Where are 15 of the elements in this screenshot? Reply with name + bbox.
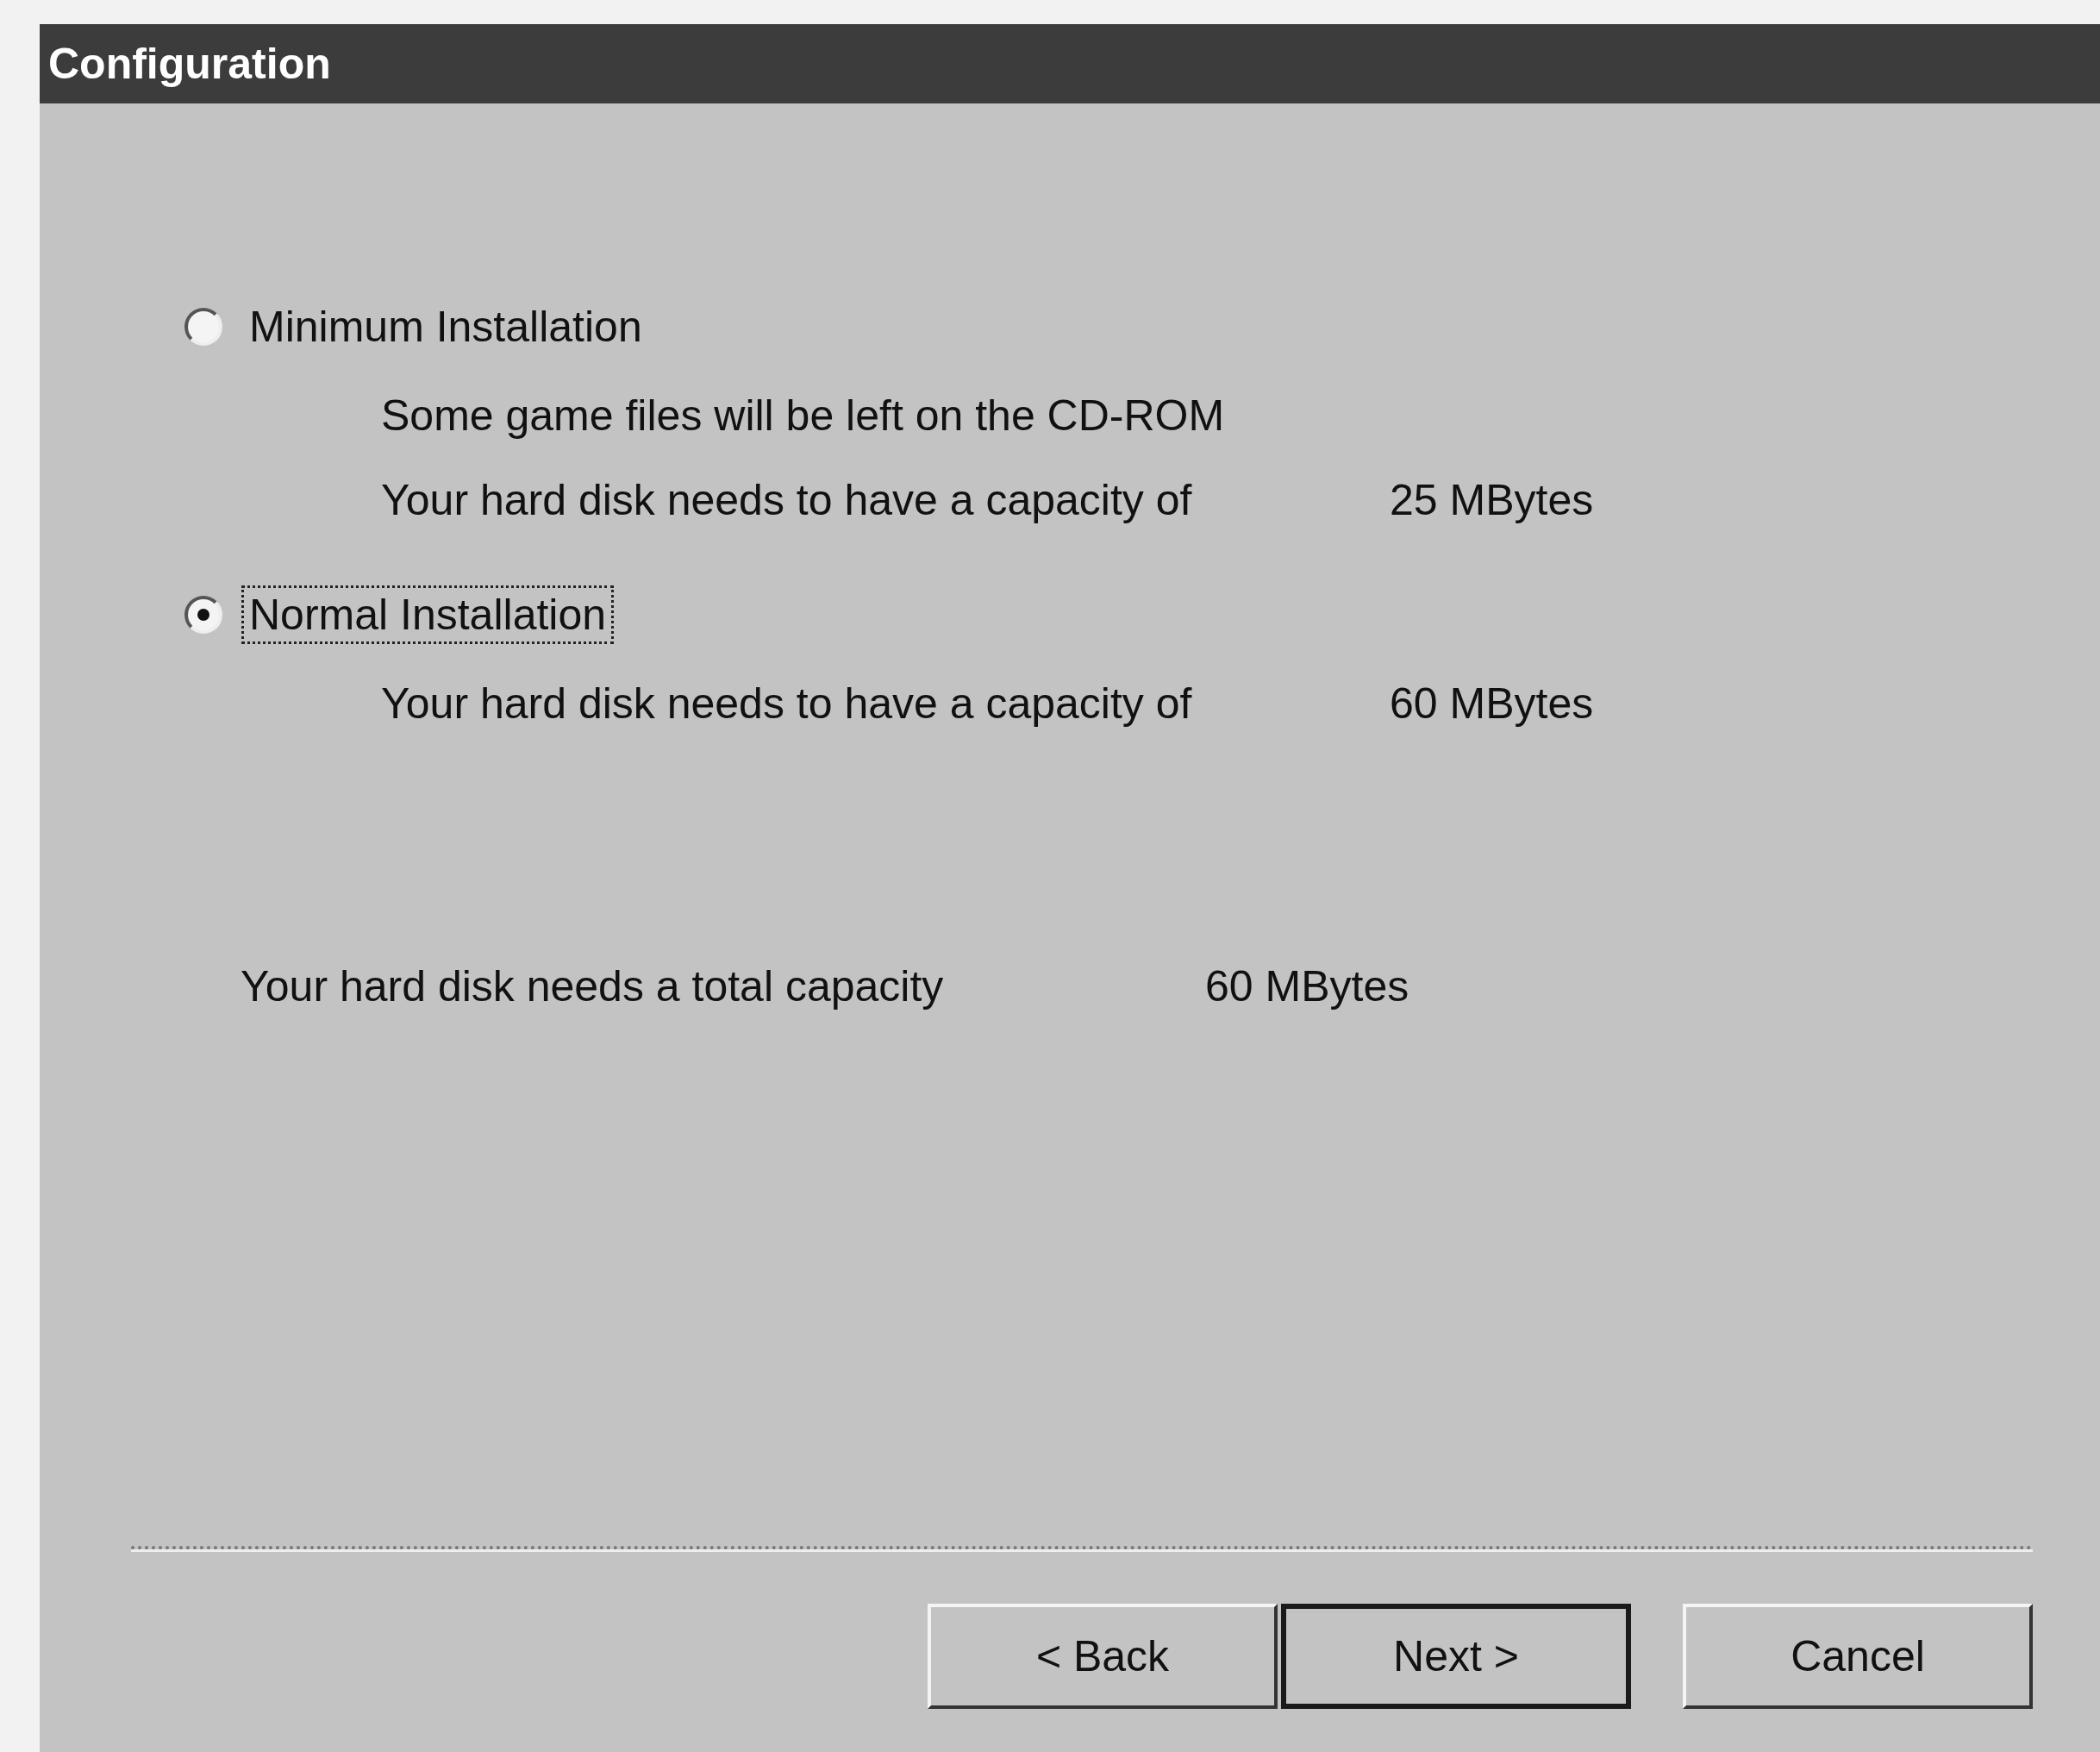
dialog-button[interactable]: Next >: [1281, 1604, 1631, 1709]
dialog-button[interactable]: < Back: [928, 1604, 1278, 1709]
description-text: Some game files will be left on the CD-ROM: [381, 391, 1226, 441]
dialog-button[interactable]: Cancel: [1683, 1604, 2033, 1709]
radio-button[interactable]: [184, 596, 222, 634]
option-label[interactable]: Minimum Installation: [241, 297, 650, 356]
capacity-value: 25 MBytes: [1390, 475, 1595, 525]
option-label[interactable]: Normal Installation: [241, 585, 615, 644]
total-capacity-value: 60 MBytes: [1205, 961, 1410, 1011]
capacity-value: 60 MBytes: [1390, 679, 1595, 729]
radio-button[interactable]: [184, 308, 222, 346]
window-title: Configuration: [40, 24, 2100, 103]
description-text: Your hard disk needs to have a capacity of: [381, 679, 1193, 729]
description-text: Your hard disk needs to have a capacity of: [381, 475, 1193, 525]
total-capacity-label: Your hard disk needs a total capacity: [241, 961, 945, 1011]
